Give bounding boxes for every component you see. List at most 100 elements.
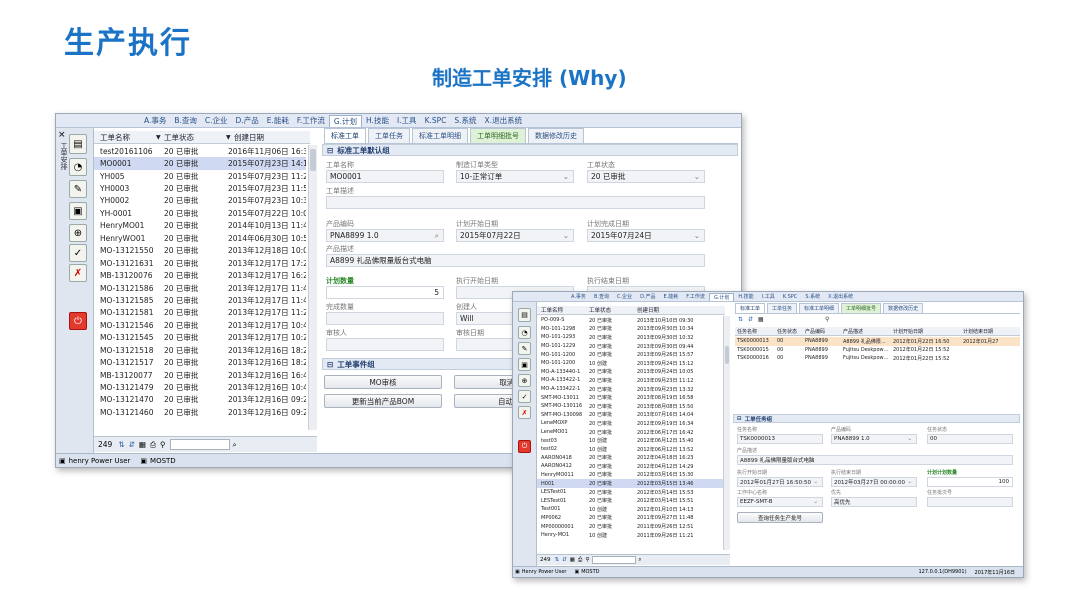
menu-item[interactable]: C.企业 (201, 115, 232, 126)
chevron-down-icon[interactable]: ⌄ (907, 479, 912, 485)
table-row[interactable]: test03 10 创建 2012年06月12日 15:40 (537, 436, 723, 445)
table-row[interactable]: YH0002 20 已审批 2015年07月23日 10:3 (94, 195, 306, 207)
menu-item[interactable]: K.SPC (421, 116, 451, 125)
save-icon[interactable]: ▣ (518, 358, 531, 371)
tab-4[interactable]: 数据修改历史 (528, 128, 584, 143)
task-status-field[interactable]: 00 (927, 434, 1013, 444)
menu-item[interactable]: A.事务 (140, 115, 170, 126)
col-mo-status[interactable]: 工单状态 (164, 132, 226, 143)
close-icon[interactable]: × (58, 130, 66, 140)
product-code-select[interactable]: PNA8899 1.0 ⌄ (831, 434, 917, 444)
menu-item[interactable]: F.工作流 (682, 293, 709, 300)
product-desc-field[interactable]: A8899 礼品佛限量版台式电脑 (326, 254, 705, 267)
task-col-3[interactable]: 产品描述 (841, 328, 891, 335)
chevron-down-icon[interactable]: ⌄ (907, 436, 912, 442)
update-bom-button[interactable]: 更新当前产品BOM (324, 394, 442, 408)
done-qty-field[interactable] (326, 312, 444, 325)
tab-0[interactable]: 标准工单 (735, 303, 766, 313)
task-lot-field[interactable] (927, 497, 1013, 507)
table-row[interactable]: MO-A-133422-1 20 已审批 2013年09月23日 11:12 (537, 376, 723, 385)
approve-icon[interactable]: ⊕ (518, 374, 531, 387)
table-row[interactable]: AARON0418 20 已审批 2012年04月18日 16:23 (537, 454, 723, 463)
export-icon[interactable]: ▦ (758, 316, 764, 323)
table-row[interactable]: LeneMOXP 20 已审批 2012年09月19日 16:34 (537, 419, 723, 428)
table-row[interactable]: LESTest01 20 已审批 2012年03月14日 15:53 (537, 488, 723, 497)
document-icon[interactable]: ▤ (69, 134, 87, 154)
table-row[interactable]: MO-A-133422-1 20 已审批 2013年09月23日 13:32 (537, 385, 723, 394)
collapse-icon[interactable]: ⊟ (737, 416, 742, 422)
menu-item[interactable]: E.能耗 (263, 115, 293, 126)
print-icon[interactable]: ⎙ (578, 557, 582, 564)
menu-item[interactable]: H.技能 (734, 293, 757, 300)
table-row[interactable]: MO-A-133440-1 20 已审批 2013年09月24日 10:05 (537, 368, 723, 377)
table-row[interactable]: MB-13120076 20 已审批 2013年12月17日 16:2 (94, 269, 306, 281)
menu-item[interactable]: X.退出系统 (824, 293, 857, 300)
menu-item[interactable]: E.能耗 (660, 293, 683, 300)
check-icon[interactable]: ✓ (518, 390, 531, 403)
menu-item[interactable]: S.系统 (450, 115, 480, 126)
mo-list-scrollbar[interactable] (723, 316, 730, 550)
mo-status-select[interactable]: 20 已审批 ⌄ (587, 170, 705, 183)
exec-start-field[interactable]: 2012年01月27日 16:50:50 ⌄ (737, 477, 823, 487)
edit-icon[interactable]: ✎ (69, 180, 87, 198)
scroll-thumb[interactable] (310, 149, 316, 171)
refresh-icon[interactable]: ⇅ (738, 316, 743, 323)
table-row[interactable]: MO-13121470 20 已审批 2013年12月16日 09:2 (94, 394, 306, 406)
find-icon[interactable]: ⚲ (585, 557, 589, 563)
table-row[interactable]: test20161106 20 已审批 2016年11月06日 16:3 (94, 145, 306, 157)
col-mo-name[interactable]: 工单名称 (94, 132, 156, 143)
table-row[interactable]: MO-13121631 20 已审批 2013年12月17日 17:2 (94, 257, 306, 269)
menu-item[interactable]: D.产品 (636, 293, 659, 300)
list-search-input[interactable] (169, 439, 230, 450)
chevron-down-icon[interactable]: ⌄ (563, 172, 569, 181)
collapse-icon[interactable]: ⊟ (327, 146, 333, 155)
export-icon[interactable]: ▦ (139, 440, 146, 449)
table-row[interactable]: MP00000001 20 已审批 2011年09月26日 12:51 (537, 522, 723, 531)
table-row[interactable]: MO-13121546 20 已审批 2013年12月17日 10:4 (94, 319, 306, 331)
menu-item[interactable]: I.工具 (758, 293, 779, 300)
sort-icon[interactable]: ⇵ (129, 440, 135, 449)
find-icon[interactable]: ⚲ (825, 316, 829, 323)
mo-name-field[interactable]: MO0001 (326, 170, 444, 183)
tab-2[interactable]: 标准工单明细 (412, 128, 468, 143)
tab-1[interactable]: 工单任务 (368, 128, 410, 143)
table-row[interactable]: AARON0412 20 已审批 2012年04月12日 14:29 (537, 462, 723, 471)
order-type-select[interactable]: 10-正常订单 ⌄ (456, 170, 574, 183)
plan-start-date[interactable]: 2015年07月22日 ⌄ (456, 229, 574, 242)
menu-item[interactable]: F.工作流 (293, 115, 329, 126)
menu-item[interactable]: G.计划 (328, 114, 363, 127)
chevron-down-icon[interactable]: ⌄ (694, 231, 700, 240)
approve-icon[interactable]: ⊕ (69, 224, 87, 242)
product-desc-field[interactable]: A8899 礼品佛限量版台式电脑 (737, 455, 1013, 465)
tab-1[interactable]: 工单任务 (767, 303, 798, 313)
table-row[interactable]: H001 20 已审批 2012年03月15日 13:46 (537, 479, 723, 488)
search-icon[interactable]: ⌕ (233, 440, 237, 450)
table-row[interactable]: MO-13121585 20 已审批 2013年12月17日 11:4 (94, 294, 306, 306)
document-icon[interactable]: ▤ (518, 308, 531, 322)
menu-item[interactable]: G.计划 (708, 292, 735, 301)
tab-3[interactable]: 工单明细批号 (841, 303, 882, 313)
save-icon[interactable]: ▣ (69, 202, 87, 220)
mo-desc-field[interactable] (326, 196, 705, 209)
task-col-1[interactable]: 任务状态 (775, 328, 803, 335)
table-row[interactable]: SMT-MO-130116 20 已审批 2013年08月08日 15:50 (537, 402, 723, 411)
task-col-5[interactable]: 计划结束日期 (961, 328, 1013, 335)
table-row[interactable]: SMT-MO-130098 20 已审批 2013年07月16日 14:04 (537, 411, 723, 420)
mo-list-scrollbar[interactable] (308, 145, 317, 430)
plan-qty-field[interactable]: 100 (927, 477, 1013, 487)
exec-end-field[interactable]: 2012年03月27日 00:00:00 ⌄ (831, 477, 917, 487)
table-row[interactable]: YH005 20 已审批 2015年07月23日 11:2 (94, 170, 306, 182)
table-row[interactable]: MO-101-1293 20 已审批 2013年09月30日 10:32 (537, 333, 723, 342)
table-row[interactable]: MO-13121550 20 已审批 2013年12月18日 10:0 (94, 245, 306, 257)
tab-3[interactable]: 工单明细批号 (470, 128, 526, 143)
table-row[interactable]: MO-13121517 20 已审批 2013年12月16日 18:2 (94, 356, 306, 368)
tab-0[interactable]: 标准工单 (324, 128, 366, 143)
task-row[interactable]: TSK0000016 00 PNA8899 Fujitsu Deskpow… 2012年… (735, 354, 1020, 363)
table-row[interactable]: MO-101-1298 20 已审批 2013年09月30日 10:34 (537, 325, 723, 334)
task-row[interactable]: TSK0000015 00 PNA8899 Fujitsu Deskpow… 2012年… (735, 346, 1020, 355)
table-row[interactable]: MO-13121479 20 已审批 2013年12月16日 10:4 (94, 381, 306, 393)
task-col-4[interactable]: 计划开始日期 (891, 328, 961, 335)
col-create-date[interactable]: 创建日期 (637, 306, 717, 314)
task-col-0[interactable]: 任务名称 (735, 328, 775, 335)
table-row[interactable]: Test001 10 创建 2012年01月10日 14:13 (537, 505, 723, 514)
